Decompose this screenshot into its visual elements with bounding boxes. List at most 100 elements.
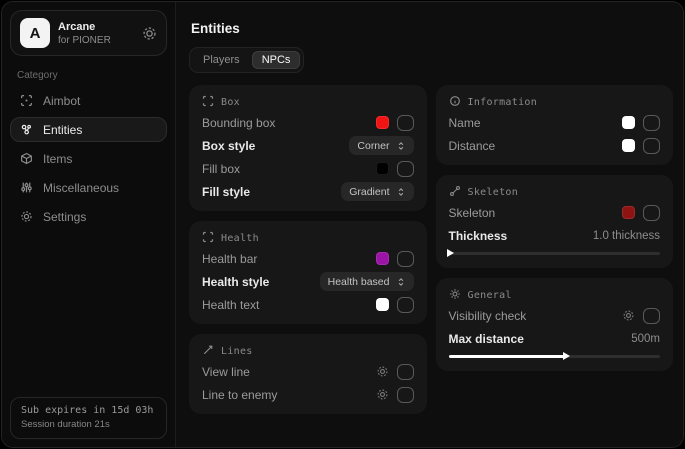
setting-row-name: Name [449,113,661,132]
card-general: General Visibility check [436,278,674,371]
color-swatch[interactable] [376,252,389,265]
slider-track [449,252,661,255]
app-subtitle: for PIONER [58,35,111,46]
setting-row-line-to-enemy: Line to enemy [202,385,414,404]
setting-label: Fill box [202,162,240,176]
setting-row-health-style: Health style Health based [202,272,414,291]
slider-handle[interactable] [563,352,570,360]
box-style-dropdown[interactable]: Corner [349,136,413,155]
sidebar-item-items[interactable]: Items [10,146,167,171]
sidebar-item-settings[interactable]: Settings [10,204,167,229]
diagonal-line-icon [202,344,214,359]
sidebar-item-aimbot[interactable]: Aimbot [10,88,167,113]
setting-label: Skeleton [449,206,496,220]
subscription-info: Sub expires in 15d 03h Session duration … [10,397,167,439]
setting-row-health-text: Health text [202,295,414,314]
color-swatch[interactable] [376,116,389,129]
card-title: Health [221,233,259,244]
gear-icon[interactable] [376,388,389,401]
setting-row-fill-style: Fill style Gradient [202,182,414,201]
sub-expiry-text: Sub expires in 15d 03h [21,405,156,416]
checkbox[interactable] [397,364,414,380]
sun-icon [449,288,461,303]
setting-row-health-bar: Health bar [202,249,414,268]
sidebar-item-miscellaneous[interactable]: Miscellaneous [10,175,167,200]
setting-label: Health style [202,275,269,289]
setting-row-skeleton: Skeleton [449,203,661,222]
setting-row-visibility-check: Visibility check [449,306,661,325]
setting-label: Fill style [202,185,250,199]
crosshair-icon [20,94,33,107]
entities-icon [20,123,33,136]
card-health: Health Health bar Health style Health ba… [189,221,427,324]
setting-row-bounding-box: Bounding box [202,113,414,132]
card-title: Lines [221,346,253,357]
setting-label: Visibility check [449,309,527,323]
card-box: Box Bounding box Box style Corner [189,85,427,211]
thickness-slider[interactable] [449,248,661,258]
checkbox[interactable] [397,251,414,267]
fill-style-dropdown[interactable]: Gradient [341,182,413,201]
sidebar-item-label: Miscellaneous [43,181,119,195]
checkbox[interactable] [397,115,414,131]
chevron-up-down-icon [396,277,406,287]
health-style-dropdown[interactable]: Health based [320,272,414,291]
brackets-icon [202,95,214,110]
checkbox[interactable] [643,205,660,221]
setting-row-box-style: Box style Corner [202,136,414,155]
setting-label: Thickness [449,229,508,243]
setting-label: Name [449,116,481,130]
color-swatch[interactable] [376,298,389,311]
checkbox[interactable] [643,308,660,324]
app-logo: A [20,18,50,48]
checkbox[interactable] [643,115,660,131]
bone-icon [449,185,461,200]
setting-label: Bounding box [202,116,275,130]
dropdown-value: Health based [328,275,390,289]
sidebar-item-entities[interactable]: Entities [10,117,167,142]
card-lines: Lines View line [189,334,427,414]
tab-npcs[interactable]: NPCs [252,51,301,69]
brackets-icon [202,231,214,246]
setting-label: Line to enemy [202,388,277,402]
sliders-icon [20,181,33,194]
gear-icon [20,210,33,223]
setting-label: Health bar [202,252,257,266]
checkbox[interactable] [397,297,414,313]
sidebar-item-label: Aimbot [43,94,80,108]
gear-icon[interactable] [142,26,157,41]
sidebar-item-label: Settings [43,210,86,224]
tab-players[interactable]: Players [193,51,250,69]
checkbox[interactable] [397,161,414,177]
checkbox[interactable] [397,387,414,403]
card-title: Box [221,97,240,108]
setting-label: Health text [202,298,259,312]
slider-fill [449,355,565,358]
app-title: Arcane [58,21,111,33]
color-swatch[interactable] [622,139,635,152]
slider-value: 1.0 thickness [593,230,660,242]
sidebar: A Arcane for PIONER Category Aimbot [2,2,176,447]
setting-label: View line [202,365,250,379]
package-icon [20,152,33,165]
card-title: General [468,290,512,301]
category-label: Category [17,70,160,81]
slider-value: 500m [631,333,660,345]
color-swatch[interactable] [622,206,635,219]
tab-bar: Players NPCs [189,47,304,73]
slider-handle[interactable] [447,249,454,257]
max-distance-slider[interactable] [449,351,661,361]
setting-row-distance: Distance [449,136,661,155]
color-swatch[interactable] [622,116,635,129]
checkbox[interactable] [643,138,660,154]
setting-row-fill-box: Fill box [202,159,414,178]
setting-label: Box style [202,139,255,153]
color-swatch[interactable] [376,162,389,175]
gear-icon[interactable] [376,365,389,378]
brand-text: Arcane for PIONER [58,21,111,46]
dropdown-value: Corner [357,139,389,153]
session-duration-text: Session duration 21s [21,419,156,430]
page-title: Entities [191,21,673,36]
gear-icon[interactable] [622,309,635,322]
card-title: Information [468,97,538,108]
